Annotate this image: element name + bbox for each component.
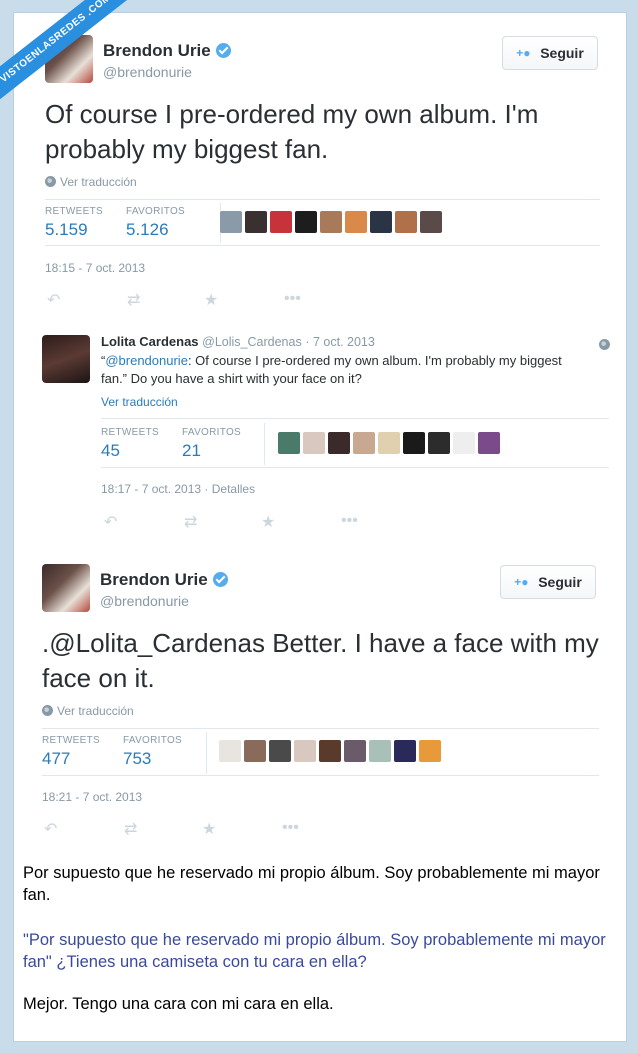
avatar[interactable] bbox=[269, 740, 291, 762]
add-user-icon: +● bbox=[516, 46, 531, 60]
author-name[interactable]: Lolita Cardenas bbox=[101, 334, 199, 349]
avatar[interactable] bbox=[42, 335, 90, 383]
add-user-icon: +● bbox=[514, 575, 529, 589]
favorite-icon[interactable]: ★ bbox=[202, 819, 216, 839]
translate-link[interactable]: Ver traducción bbox=[45, 175, 137, 189]
timestamp[interactable]: 18:15 - 7 oct. 2013 bbox=[45, 261, 145, 275]
avatar[interactable] bbox=[420, 211, 442, 233]
translate-link[interactable]: Ver traducción bbox=[101, 395, 178, 409]
reply-text: “@brendonurie: Of course I pre-ordered m… bbox=[101, 353, 562, 386]
screenshot-frame: Brendon Urie @brendonurie +● Seguir Of c… bbox=[13, 12, 627, 1042]
verified-icon bbox=[212, 572, 228, 587]
reply-icon[interactable]: ↶ bbox=[47, 290, 60, 310]
follow-label: Seguir bbox=[538, 574, 582, 590]
avatar[interactable] bbox=[378, 432, 400, 454]
author-name[interactable]: Brendon Urie bbox=[100, 570, 208, 589]
reply-icon[interactable]: ↶ bbox=[44, 819, 57, 839]
avatar[interactable] bbox=[220, 211, 242, 233]
retweet-icon[interactable]: ⇄ bbox=[127, 290, 140, 310]
favorites-count[interactable]: 753 bbox=[123, 749, 151, 769]
verified-icon bbox=[215, 43, 231, 58]
favorite-icon[interactable]: ★ bbox=[204, 290, 218, 310]
retweets-label: RETWEETS bbox=[42, 735, 100, 746]
follow-button[interactable]: +● Seguir bbox=[500, 565, 596, 599]
avatar[interactable] bbox=[42, 564, 90, 612]
tweet1-author[interactable]: Brendon Urie bbox=[103, 41, 231, 61]
favoriters-avatars bbox=[278, 432, 503, 454]
retweets-count[interactable]: 477 bbox=[42, 749, 70, 769]
translation-3: Mejor. Tengo una cara con mi cara en ell… bbox=[23, 995, 334, 1013]
avatar[interactable] bbox=[244, 740, 266, 762]
avatar[interactable] bbox=[320, 211, 342, 233]
favorites-label: FAVORITOS bbox=[126, 206, 186, 217]
follow-label: Seguir bbox=[540, 45, 584, 61]
tweet-text: Of course I pre-ordered my own album. I'… bbox=[45, 99, 539, 164]
translate-link[interactable]: Ver traducción bbox=[42, 704, 134, 718]
globe-icon bbox=[42, 705, 53, 716]
tweet2-author[interactable]: Brendon Urie bbox=[100, 570, 228, 590]
avatar[interactable] bbox=[478, 432, 500, 454]
avatar[interactable] bbox=[394, 740, 416, 762]
avatar[interactable] bbox=[344, 740, 366, 762]
avatar[interactable] bbox=[345, 211, 367, 233]
follow-button[interactable]: +● Seguir bbox=[502, 36, 598, 70]
avatar[interactable] bbox=[303, 432, 325, 454]
author-handle[interactable]: @brendonurie bbox=[103, 64, 192, 80]
reply-date[interactable]: · 7 oct. 2013 bbox=[305, 335, 375, 349]
avatar[interactable] bbox=[219, 740, 241, 762]
retweets-label: RETWEETS bbox=[101, 427, 159, 438]
reply-icon[interactable]: ↶ bbox=[104, 512, 117, 532]
avatar[interactable] bbox=[294, 740, 316, 762]
tweet-text: .@Lolita_Cardenas Better. I have a face … bbox=[42, 628, 599, 693]
avatar[interactable] bbox=[395, 211, 417, 233]
author-handle[interactable]: @Lolis_Cardenas bbox=[202, 335, 302, 349]
avatar[interactable] bbox=[328, 432, 350, 454]
translation-2: "Por supuesto que he reservado mi propio… bbox=[23, 931, 606, 971]
author-name[interactable]: Brendon Urie bbox=[103, 41, 211, 60]
timestamp[interactable]: 18:21 - 7 oct. 2013 bbox=[42, 790, 142, 804]
retweet-icon[interactable]: ⇄ bbox=[184, 512, 197, 532]
avatar[interactable] bbox=[353, 432, 375, 454]
avatar[interactable] bbox=[270, 211, 292, 233]
avatar[interactable] bbox=[295, 211, 317, 233]
more-icon[interactable]: ••• bbox=[341, 512, 358, 530]
avatar[interactable] bbox=[278, 432, 300, 454]
globe-icon bbox=[45, 176, 56, 187]
retweets-count[interactable]: 5.159 bbox=[45, 220, 88, 240]
favoriters-avatars bbox=[219, 740, 444, 762]
retweet-icon[interactable]: ⇄ bbox=[124, 819, 137, 839]
favorites-label: FAVORITOS bbox=[182, 427, 242, 438]
reply-meta: 18:17 - 7 oct. 2013 · Detalles bbox=[101, 482, 256, 496]
details-link[interactable]: Detalles bbox=[212, 482, 255, 496]
avatar[interactable] bbox=[453, 432, 475, 454]
avatar[interactable] bbox=[319, 740, 341, 762]
mention-link[interactable]: @brendonurie bbox=[105, 353, 188, 368]
favorites-count[interactable]: 5.126 bbox=[126, 220, 169, 240]
avatar[interactable] bbox=[245, 211, 267, 233]
globe-icon bbox=[599, 336, 614, 354]
avatar[interactable] bbox=[403, 432, 425, 454]
timestamp[interactable]: 18:17 - 7 oct. 2013 bbox=[101, 482, 201, 496]
favorites-label: FAVORITOS bbox=[123, 735, 183, 746]
avatar[interactable] bbox=[419, 740, 441, 762]
favoriters-avatars bbox=[220, 211, 445, 233]
favorite-icon[interactable]: ★ bbox=[261, 512, 275, 532]
more-icon[interactable]: ••• bbox=[284, 290, 301, 308]
avatar[interactable] bbox=[369, 740, 391, 762]
author-handle[interactable]: @brendonurie bbox=[100, 593, 189, 609]
favorites-count[interactable]: 21 bbox=[182, 441, 201, 461]
avatar[interactable] bbox=[428, 432, 450, 454]
avatar[interactable] bbox=[370, 211, 392, 233]
reply-author[interactable]: Lolita Cardenas @Lolis_Cardenas · 7 oct.… bbox=[101, 334, 375, 349]
translation-1: Por supuesto que he reservado mi propio … bbox=[23, 864, 600, 904]
retweets-count[interactable]: 45 bbox=[101, 441, 120, 461]
retweets-label: RETWEETS bbox=[45, 206, 103, 217]
more-icon[interactable]: ••• bbox=[282, 819, 299, 837]
